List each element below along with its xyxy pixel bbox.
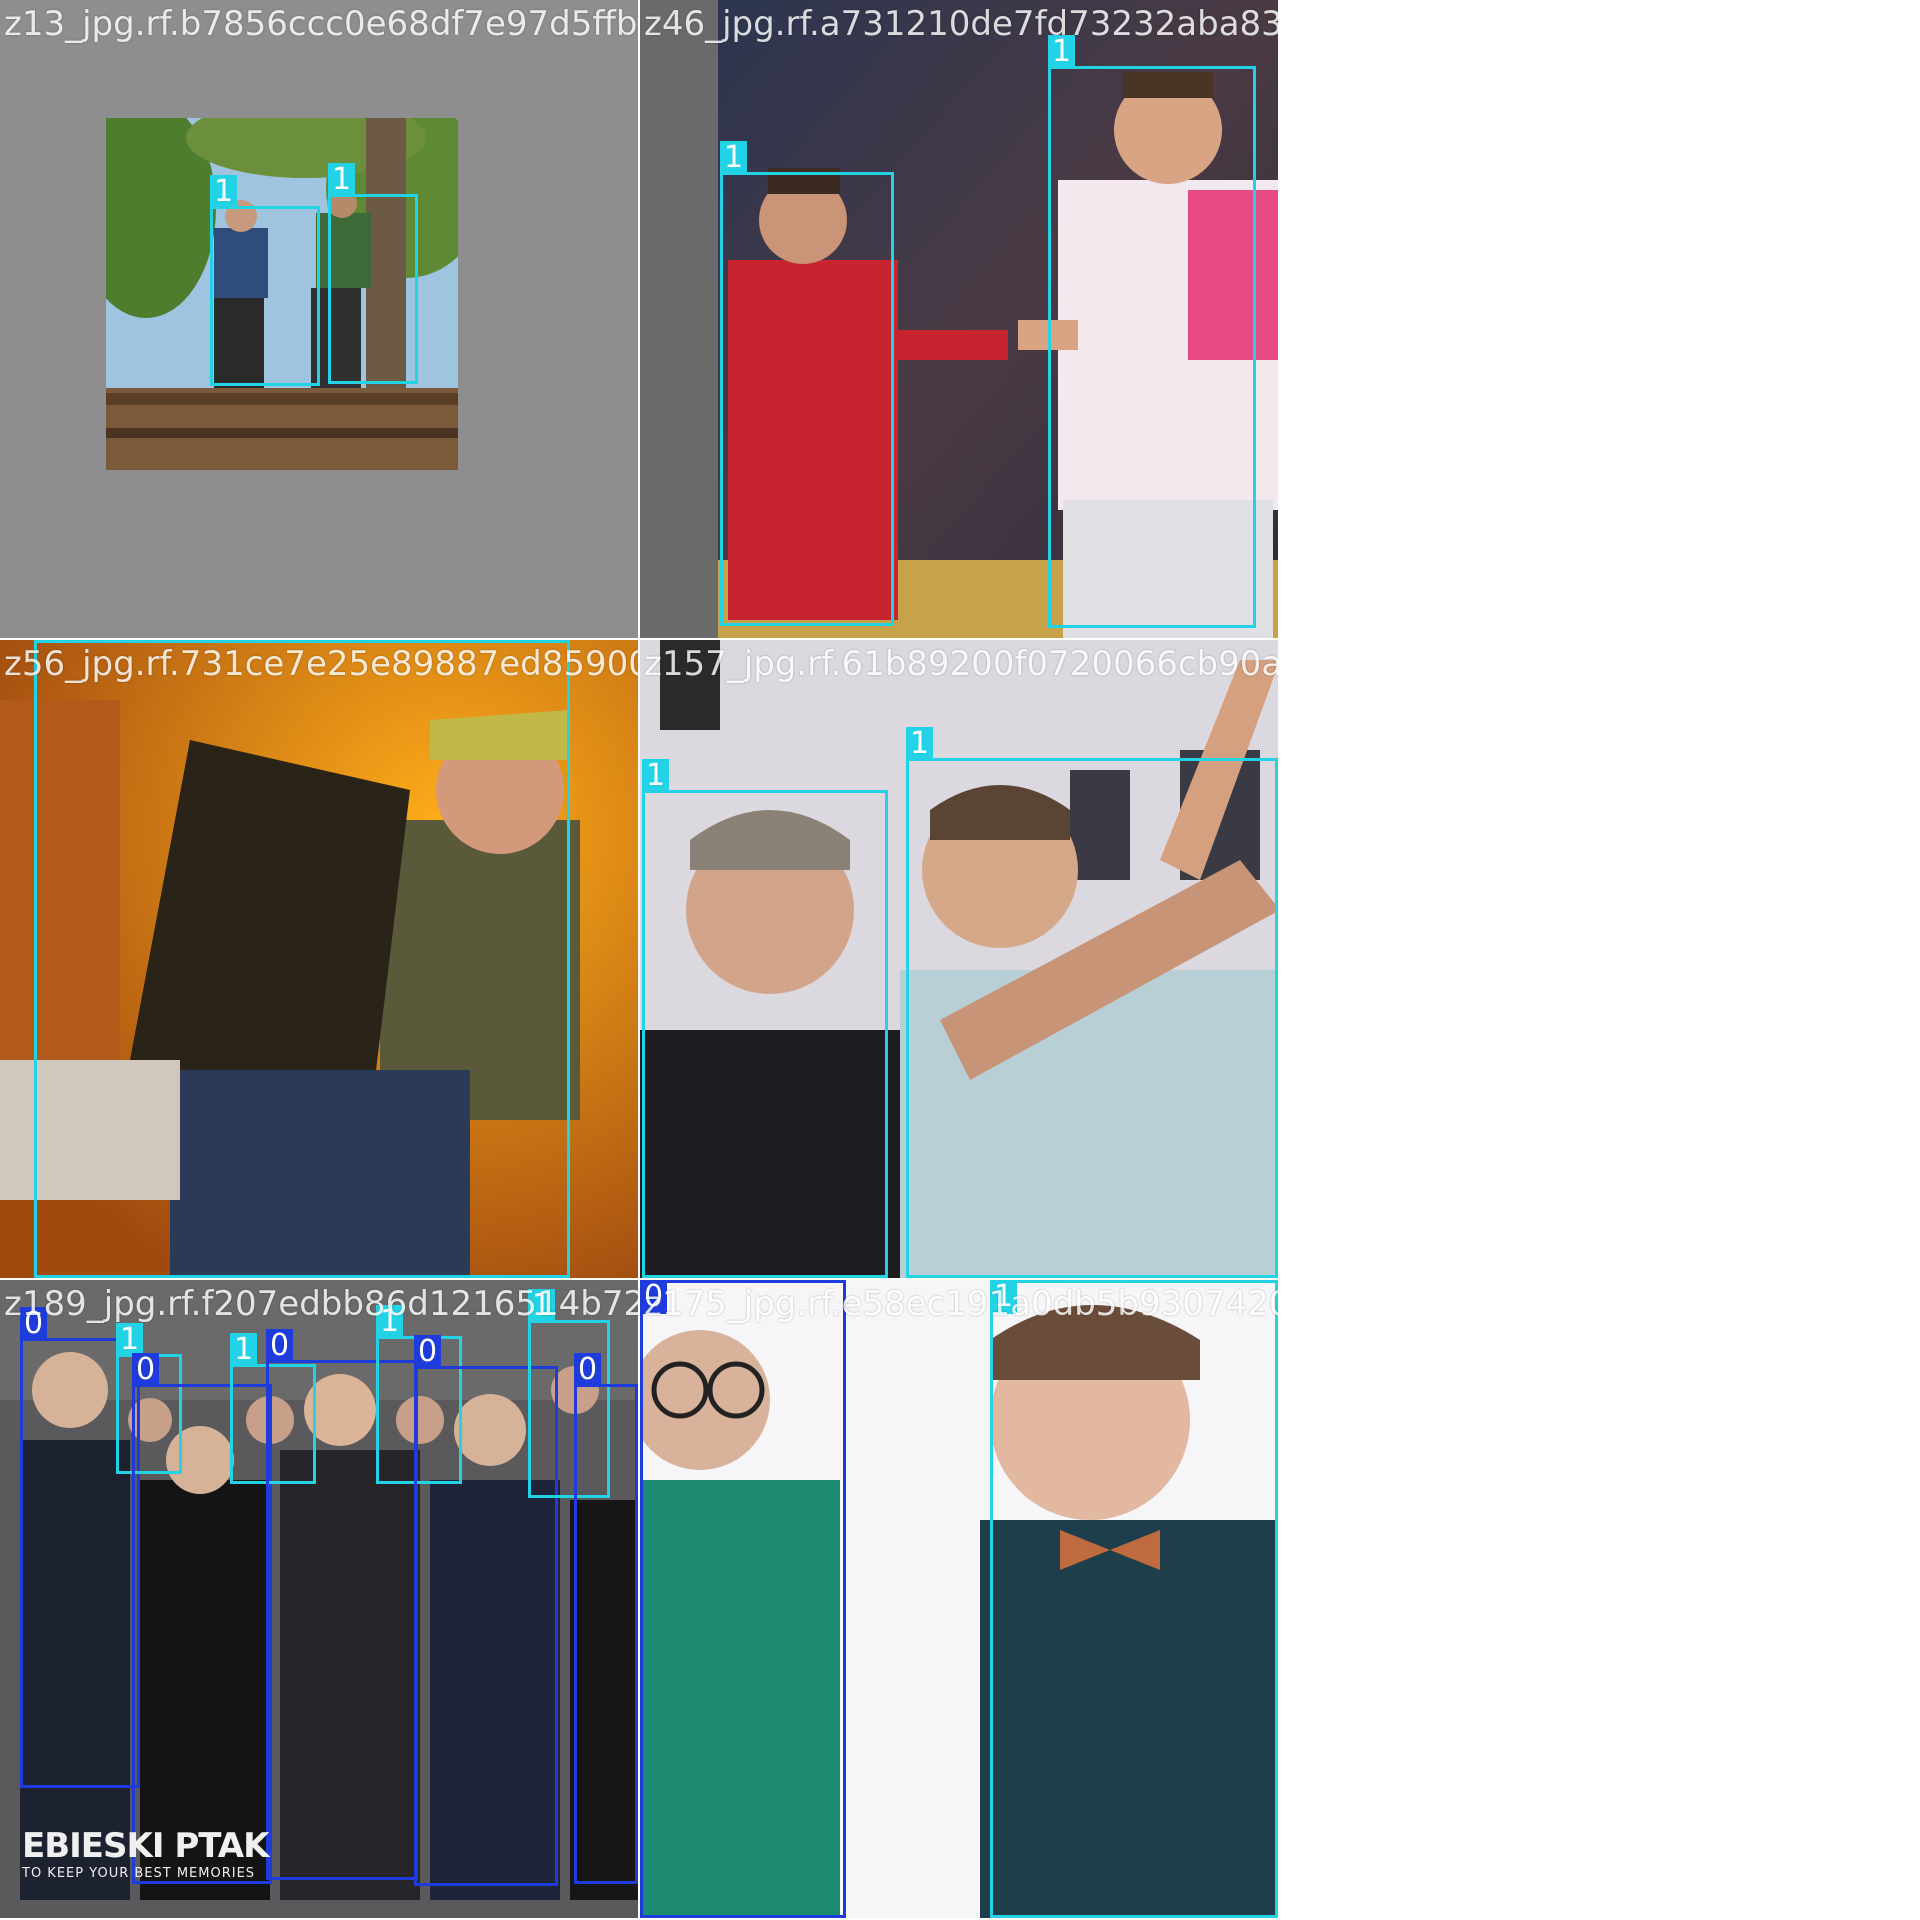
detection-class-label: 1	[906, 727, 934, 761]
detection-class-label: 1	[230, 1333, 258, 1367]
tile-filename: z175_jpg.rf.e58ec191a0db5b930742036e9b05…	[644, 1284, 1278, 1324]
watermark-tagline: TO KEEP YOUR BEST MEMORIES	[22, 1866, 256, 1881]
watermark-title: EBIESKI PTAK	[22, 1826, 269, 1866]
mosaic-tile-6: 0 1 z175_jpg.rf.e58ec191a0db5b930742036e…	[640, 1280, 1278, 1918]
detection-class-label: 1	[720, 141, 748, 175]
mosaic-grid: 1 1 z13_jpg.rf.b7856ccc0e68df7e97d5ffb57…	[0, 0, 1280, 1920]
detection-box: 0	[574, 1353, 638, 1884]
detection-box: 1	[1048, 35, 1256, 628]
mosaic-tile-3: 1 z56_jpg.rf.731ce7e25e89887ed85900f3b3b…	[0, 640, 638, 1278]
detection-box: 1	[328, 163, 418, 384]
detection-class-label: 0	[574, 1353, 602, 1387]
detection-class-label: 1	[328, 163, 356, 197]
mosaic-tile-5: 0 1 0 1 0 1 0 1 0 EBIESKI PTAK TO KEEP Y…	[0, 1280, 638, 1918]
detection-box: 0	[640, 1280, 846, 1918]
tile-filename: z13_jpg.rf.b7856ccc0e68df7e97d5ffb5746f	[4, 4, 638, 44]
tile-filename: z56_jpg.rf.731ce7e25e89887ed85900f3b3b45	[4, 644, 638, 684]
detection-class-label: 0	[414, 1335, 442, 1369]
detection-class-label: 1	[210, 175, 238, 209]
detection-box: 1	[642, 759, 888, 1278]
watermark-logo: EBIESKI PTAK TO KEEP YOUR BEST MEMORIES	[22, 1826, 269, 1881]
detection-class-label: 0	[132, 1353, 160, 1387]
mosaic-tile-1: 1 1 z13_jpg.rf.b7856ccc0e68df7e97d5ffb57…	[0, 0, 638, 638]
detection-box: 1	[34, 640, 570, 1278]
mosaic-tile-4: 1 1 z157_jpg.rf.61b89200f0720066cb90a7ca…	[640, 640, 1278, 1278]
detection-box: 1	[720, 141, 894, 626]
mosaic-tile-2: 1 1 z46_jpg.rf.a731210de7fd73232aba8321e…	[640, 0, 1278, 638]
detection-box: 1	[906, 727, 1278, 1278]
detection-class-label: 0	[266, 1329, 294, 1363]
detection-class-label: 1	[34, 640, 62, 643]
detection-box: 1	[990, 1280, 1278, 1918]
detection-box: 1	[210, 175, 320, 386]
tile-filename: z189_jpg.rf.f207edbb86d1216514b724f5299	[4, 1284, 638, 1324]
tile-filename: z46_jpg.rf.a731210de7fd73232aba8321e1cca	[644, 4, 1278, 44]
detection-class-label: 1	[642, 759, 670, 793]
tile-filename: z157_jpg.rf.61b89200f0720066cb90a7cadd3a	[644, 644, 1278, 684]
